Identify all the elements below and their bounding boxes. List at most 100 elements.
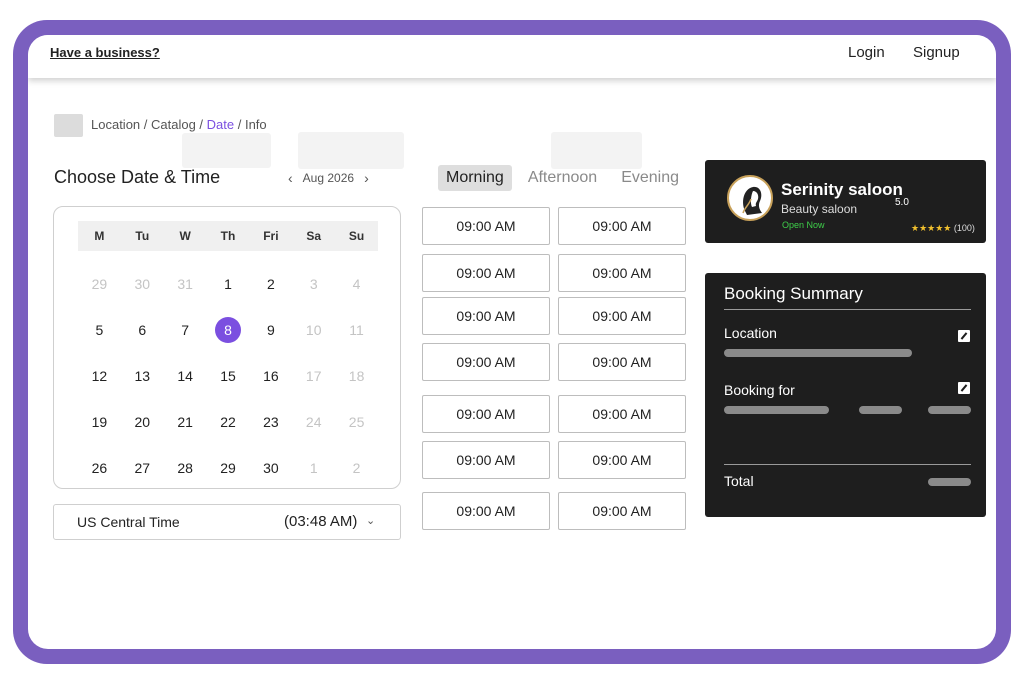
month-navigator: ‹ Aug 2026 › (288, 170, 369, 186)
booking-summary: Booking Summary Location Booking for Tot… (705, 273, 986, 517)
calendar-day[interactable]: 22 (207, 399, 250, 445)
calendar-day[interactable]: 27 (121, 445, 164, 491)
calendar-day[interactable]: 12 (78, 353, 121, 399)
calendar-day[interactable]: 29 (207, 445, 250, 491)
time-slot-button[interactable]: 09:00 AM (558, 254, 686, 292)
day-number: 11 (349, 322, 364, 338)
day-number: 6 (138, 322, 147, 338)
day-number: 18 (348, 368, 365, 384)
calendar-day[interactable]: 13 (121, 353, 164, 399)
calendar-day: 3 (292, 261, 335, 307)
time-slot-button[interactable]: 09:00 AM (558, 492, 686, 530)
calendar-day[interactable]: 7 (164, 307, 207, 353)
calendar-day: 1 (292, 445, 335, 491)
tab-morning[interactable]: Morning (438, 165, 512, 191)
breadcrumb-info[interactable]: Info (245, 117, 267, 132)
edit-icon[interactable] (958, 382, 970, 394)
time-slot-button[interactable]: 09:00 AM (422, 395, 550, 433)
placeholder-bar (928, 478, 971, 486)
time-slot-button[interactable]: 09:00 AM (558, 207, 686, 245)
time-slot-button[interactable]: 09:00 AM (558, 395, 686, 433)
weekday-label: Tu (135, 229, 150, 243)
day-number: 14 (177, 368, 193, 384)
calendar-day: 31 (164, 261, 207, 307)
divider (724, 464, 971, 465)
day-number: 26 (91, 460, 108, 476)
time-slot-button[interactable]: 09:00 AM (558, 297, 686, 335)
day-number: 9 (266, 322, 275, 338)
calendar-day[interactable]: 30 (249, 445, 292, 491)
salon-name: Serinity saloon (781, 180, 903, 199)
tab-evening[interactable]: Evening (613, 165, 687, 191)
calendar-day: 4 (335, 261, 378, 307)
time-slot-button[interactable]: 09:00 AM (558, 343, 686, 381)
day-number: 21 (177, 414, 193, 430)
day-number: 4 (352, 276, 361, 292)
calendar-day[interactable]: 19 (78, 399, 121, 445)
tab-afternoon[interactable]: Afternoon (520, 165, 605, 191)
calendar-day[interactable]: 26 (78, 445, 121, 491)
calendar-day: 2 (335, 445, 378, 491)
page-title: Choose Date & Time (54, 167, 221, 187)
time-of-day-tabs: Morning Afternoon Evening (438, 165, 695, 191)
salon-card: Serinity saloon 5.0 Beauty saloon Open N… (705, 160, 986, 243)
time-slot-button[interactable]: 09:00 AM (558, 441, 686, 479)
salon-type: Beauty saloon (781, 202, 858, 216)
time-slot-button[interactable]: 09:00 AM (422, 441, 550, 479)
summary-booking-for-label: Booking for (724, 382, 795, 398)
salon-logo (727, 175, 773, 221)
calendar-day[interactable]: 28 (164, 445, 207, 491)
breadcrumb-date[interactable]: Date (207, 117, 234, 132)
app-screen: Have a business? Login Signup Location /… (28, 35, 996, 649)
calendar-day: 18 (335, 353, 378, 399)
time-slot-button[interactable]: 09:00 AM (422, 297, 550, 335)
day-number: 1 (309, 460, 318, 476)
chevron-right-icon[interactable]: › (364, 170, 369, 186)
time-slot-button[interactable]: 09:00 AM (422, 343, 550, 381)
calendar-day: 10 (292, 307, 335, 353)
current-time: (03:48 AM) (284, 513, 358, 530)
have-business-link[interactable]: Have a business? (50, 45, 160, 60)
day-number: 17 (305, 368, 322, 384)
edit-icon[interactable] (958, 330, 970, 342)
calendar-day: 25 (335, 399, 378, 445)
calendar-day[interactable]: 21 (164, 399, 207, 445)
breadcrumb: Location / Catalog / Date / Info (91, 117, 267, 132)
time-slot-button[interactable]: 09:00 AM (422, 492, 550, 530)
day-number: 2 (352, 460, 361, 476)
time-slot-button[interactable]: 09:00 AM (422, 207, 550, 245)
weekday-label: W (179, 229, 191, 243)
calendar-day-selected[interactable]: 8 (207, 307, 250, 353)
login-link[interactable]: Login (848, 44, 885, 61)
salon-rating: ★★★★★ (100) (911, 223, 975, 234)
time-slot-button[interactable]: 09:00 AM (422, 254, 550, 292)
signup-link[interactable]: Signup (913, 44, 960, 61)
day-number: 30 (263, 460, 279, 476)
placeholder-bar (928, 406, 971, 414)
calendar-day[interactable]: 6 (121, 307, 164, 353)
day-number: 23 (263, 414, 279, 430)
chevron-left-icon[interactable]: ‹ (288, 170, 293, 186)
day-number: 24 (305, 414, 322, 430)
calendar-day[interactable]: 1 (207, 261, 250, 307)
calendar-day: 11 (335, 307, 378, 353)
day-number: 1 (224, 276, 232, 292)
day-number: 13 (134, 368, 151, 384)
calendar-day[interactable]: 15 (207, 353, 250, 399)
weekday-label: Sa (306, 229, 322, 243)
calendar-day[interactable]: 23 (249, 399, 292, 445)
back-thumbnail[interactable] (54, 114, 83, 137)
calendar-day[interactable]: 20 (121, 399, 164, 445)
calendar-day[interactable]: 16 (249, 353, 292, 399)
timezone-select[interactable]: US Central Time (03:48 AM) ⌄ (53, 504, 401, 540)
calendar-day[interactable]: 5 (78, 307, 121, 353)
calendar-day[interactable]: 9 (249, 307, 292, 353)
calendar-day[interactable]: 14 (164, 353, 207, 399)
calendar-day[interactable]: 2 (249, 261, 292, 307)
placeholder-bar (724, 349, 912, 357)
day-number: 27 (134, 460, 151, 476)
placeholder-block (551, 132, 642, 169)
day-number: 25 (348, 414, 365, 430)
breadcrumb-catalog[interactable]: Catalog (151, 117, 196, 132)
breadcrumb-location[interactable]: Location (91, 117, 140, 132)
